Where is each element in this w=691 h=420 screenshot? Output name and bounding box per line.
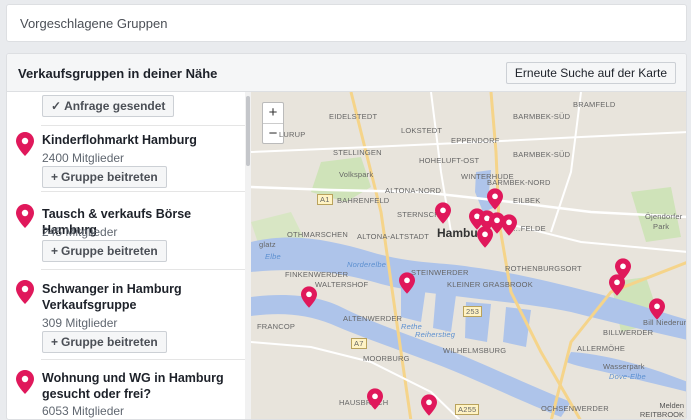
map-label: STELLINGEN	[333, 148, 382, 157]
map-label: …FELDE	[513, 224, 546, 233]
plus-icon: +	[51, 170, 59, 184]
map-label: EPPENDORF	[451, 136, 500, 145]
map[interactable]: + − EIDELSTEDT LOKSTEDT BARMBEK-SÜD BRAM…	[251, 92, 686, 419]
redo-search-on-map-button[interactable]: Erneute Suche auf der Karte	[505, 62, 676, 84]
map-label: glatz	[259, 240, 276, 249]
group-name[interactable]: Schwanger in Hamburg Verkaufsgruppe	[42, 281, 242, 313]
member-count: 245 Mitglieder	[42, 225, 118, 239]
map-label: OTHMARSCHEN	[287, 230, 348, 239]
divider	[41, 191, 245, 192]
map-label-river: Reiherstieg	[415, 330, 456, 339]
map-label: BRAMFELD	[573, 100, 616, 109]
suggested-groups-card: Vorgeschlagene Gruppen	[6, 4, 687, 42]
map-pin[interactable]	[399, 272, 415, 294]
group-name[interactable]: Wohnung und WG in Hamburg gesucht oder f…	[42, 370, 242, 402]
location-pin-icon	[16, 370, 34, 394]
map-label: Park	[653, 222, 670, 231]
map-pin[interactable]	[367, 388, 383, 410]
map-label: ALLERMÖHE	[577, 344, 626, 353]
panel-header: Verkaufsgruppen in deiner Nähe Erneute S…	[7, 54, 686, 92]
map-label: OCHSENWERDER	[541, 404, 609, 413]
road-shield: 253	[463, 306, 483, 317]
map-label-river: Norderelbe	[347, 260, 387, 269]
map-label: STEINWERDER	[411, 268, 469, 277]
map-label: ALTONA-NORD	[385, 186, 442, 195]
join-group-button[interactable]: + Gruppe beitreten	[42, 240, 167, 262]
panel-title: Verkaufsgruppen in deiner Nähe	[18, 66, 218, 81]
map-label: WALTERSHOF	[315, 280, 369, 289]
road-shield: A1	[317, 194, 333, 205]
map-label: ALTENWERDER	[343, 314, 403, 323]
map-label: KLEINER GRASBROOK	[447, 280, 533, 289]
join-group-button[interactable]: + Gruppe beitreten	[42, 166, 167, 188]
location-pin-icon	[16, 204, 34, 228]
map-label: HOHELUFT-OST	[419, 156, 480, 165]
map-label: WILHELMSBURG	[443, 346, 507, 355]
map-label: BARMBEK-SÜD	[513, 112, 571, 121]
map-label-river: Elbe	[265, 252, 281, 261]
location-pin-icon	[16, 280, 34, 304]
member-count: 2400 Mitglieder	[42, 151, 125, 165]
map-label: EIDELSTEDT	[329, 112, 378, 121]
request-sent-button[interactable]: ✓ Anfrage gesendet	[42, 95, 175, 117]
list-item: Schwanger in Hamburg Verkaufsgruppe 309 …	[7, 270, 245, 360]
map-label: Öjendorfer	[645, 212, 683, 221]
plus-icon: +	[51, 244, 59, 258]
nearby-sale-groups-panel: Verkaufsgruppen in deiner Nähe Erneute S…	[6, 53, 687, 420]
map-pin[interactable]	[501, 214, 517, 236]
group-list[interactable]: ✓ Anfrage gesendet Kinderflohmarkt Hambur…	[7, 92, 251, 419]
list-item: Tausch & verkaufs Börse Hamburg 245 Mitg…	[7, 196, 245, 270]
map-pin[interactable]	[421, 394, 437, 416]
map-label-river: Rethe	[401, 322, 423, 331]
map-label: REITBROOK	[639, 410, 684, 419]
list-item: Kinderflohmarkt Hamburg 2400 Mitglieder …	[7, 126, 245, 192]
list-item: Wohnung und WG in Hamburg gesucht oder f…	[7, 360, 245, 419]
map-label: MOORBURG	[363, 354, 410, 363]
map-label-river: Dove-Elbe	[609, 372, 646, 381]
map-label: LURUP	[279, 130, 306, 139]
checkmark-icon: ✓	[51, 99, 62, 113]
report-link[interactable]: Melden	[640, 401, 684, 410]
map-pin[interactable]	[435, 202, 451, 224]
list-item: ✓ Anfrage gesendet	[7, 92, 245, 126]
map-label: FINKENWERDER	[285, 270, 349, 279]
map-label: ROTHENBURGSORT	[505, 264, 582, 273]
road-shield: A255	[455, 404, 480, 415]
location-pin-icon	[16, 132, 34, 156]
map-label: BAHRENFELD	[337, 196, 390, 205]
map-pin[interactable]	[477, 226, 493, 248]
suggested-groups-title: Vorgeschlagene Gruppen	[20, 16, 168, 31]
map-pin[interactable]	[609, 274, 625, 296]
join-group-button[interactable]: + Gruppe beitreten	[42, 331, 167, 353]
map-label: BARMBEK-SÜD	[513, 150, 571, 159]
map-label: Wasserpark	[603, 362, 645, 371]
map-label: FRANCOP	[257, 322, 296, 331]
map-pin[interactable]	[301, 286, 317, 308]
map-label: EILBEK	[513, 196, 541, 205]
map-label: Volkspark	[339, 170, 374, 179]
map-pin[interactable]	[487, 188, 503, 210]
scrollbar-thumb[interactable]	[246, 96, 250, 166]
map-label: ALTONA-ALTSTADT	[357, 232, 430, 241]
map-label: BILLWERDER	[603, 328, 654, 337]
map-label: BARMBEK-NORD	[487, 178, 551, 187]
map-attribution: Melden REITBROOK	[640, 401, 684, 419]
zoom-in-button[interactable]: +	[263, 103, 283, 123]
map-pin[interactable]	[649, 298, 665, 320]
road-shield: A7	[351, 338, 367, 349]
map-label: LOKSTEDT	[401, 126, 443, 135]
plus-icon: +	[51, 335, 59, 349]
member-count: 6053 Mitglieder	[42, 404, 125, 418]
group-name[interactable]: Kinderflohmarkt Hamburg	[42, 132, 242, 148]
member-count: 309 Mitglieder	[42, 316, 118, 330]
